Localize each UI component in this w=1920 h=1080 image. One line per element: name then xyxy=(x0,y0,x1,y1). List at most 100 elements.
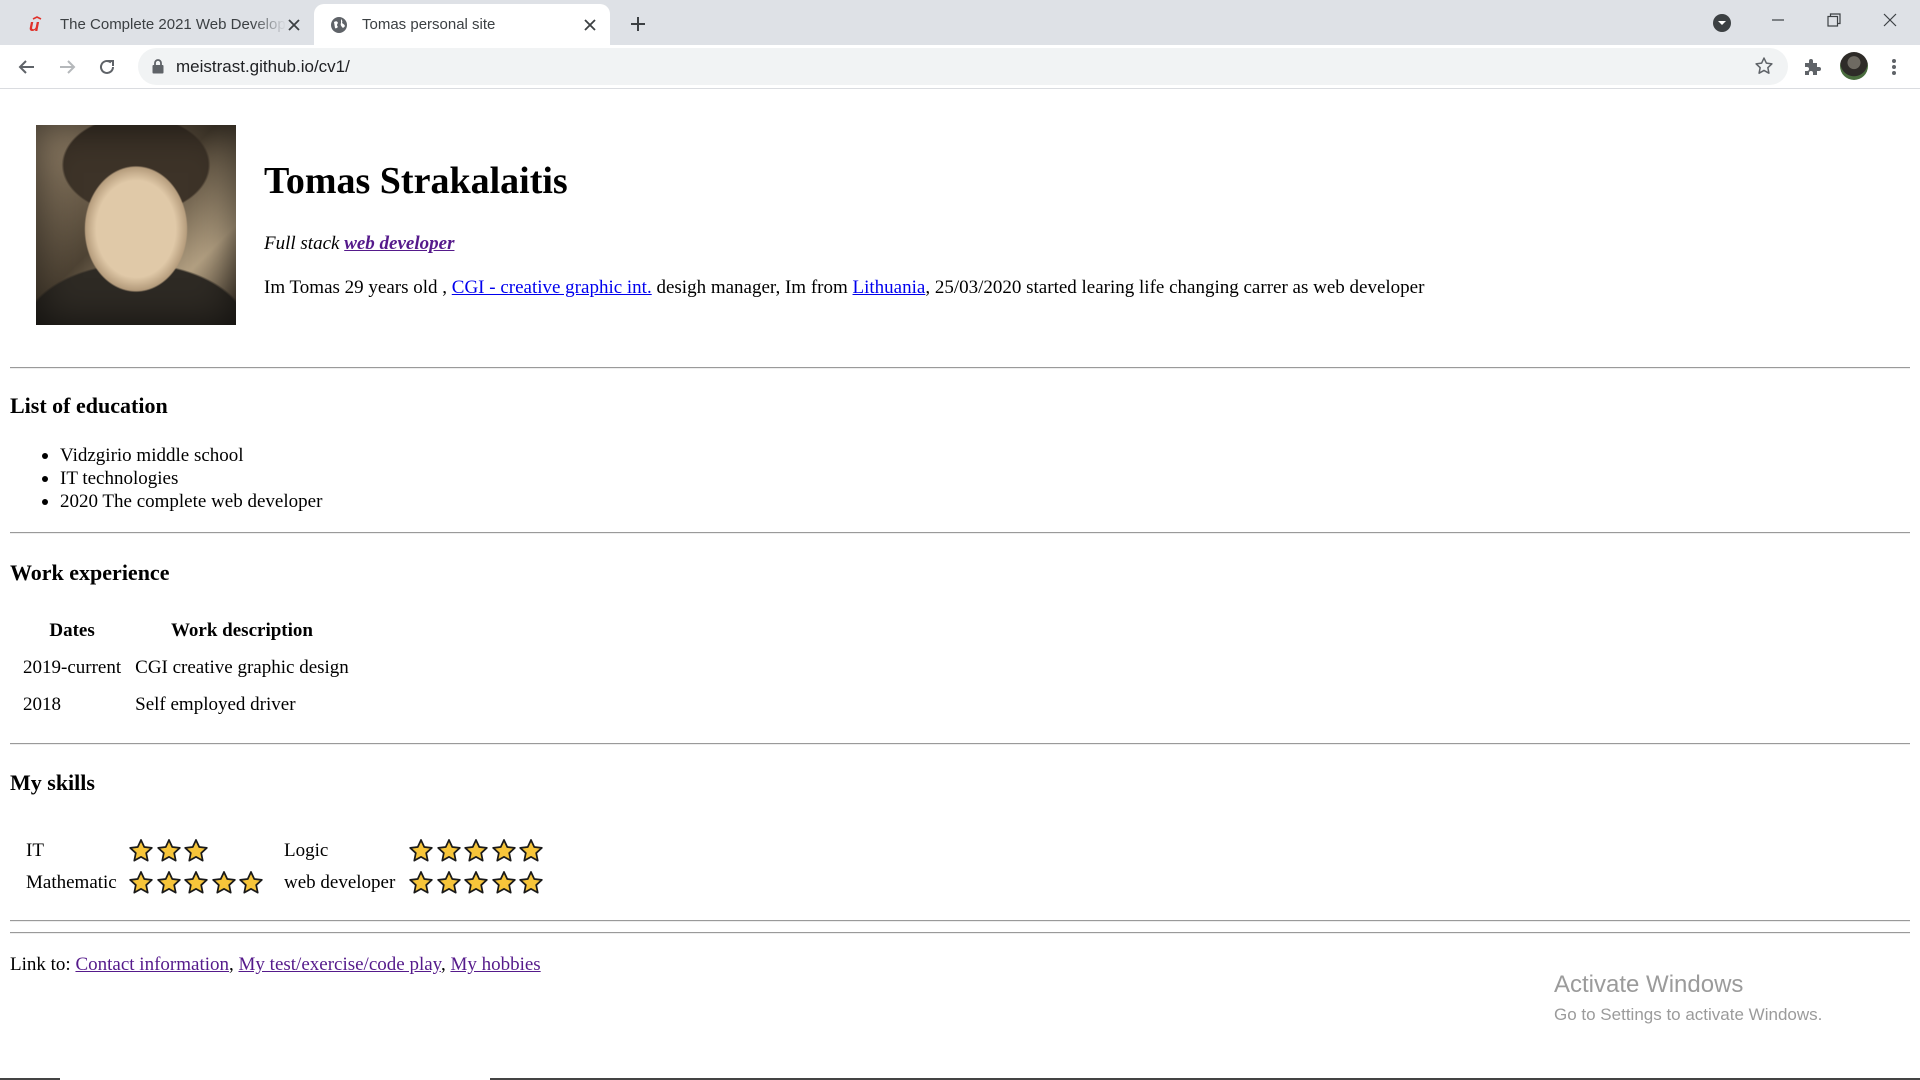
url-text[interactable]: meistrast.github.io/cv1/ xyxy=(176,57,350,77)
table-row: 2018 Self employed driver xyxy=(16,686,356,723)
code-play-link[interactable]: My test/exercise/code play xyxy=(239,954,441,975)
skill-name: Logic xyxy=(284,840,329,861)
about-text: , 25/03/2020 started learing life changi… xyxy=(925,277,1425,298)
list-item: IT technologies xyxy=(41,467,322,490)
star-icon xyxy=(491,839,516,862)
web-developer-link[interactable]: web developer xyxy=(344,233,454,254)
forward-button[interactable] xyxy=(51,51,83,83)
divider xyxy=(10,932,1910,934)
menu-button[interactable] xyxy=(1880,53,1908,81)
back-button[interactable] xyxy=(11,51,43,83)
profile-avatar[interactable] xyxy=(1840,52,1868,80)
list-item: Vidzgirio middle school xyxy=(41,444,322,467)
star-icon xyxy=(409,839,433,862)
footer-prefix: Link to: xyxy=(10,954,76,975)
restore-icon xyxy=(1827,13,1841,27)
skills-heading: My skills xyxy=(10,770,95,795)
column-header: Dates xyxy=(49,619,95,641)
browser-toolbar: meistrast.github.io/cv1/ xyxy=(0,45,1920,89)
star-icon xyxy=(519,871,543,894)
work-description: Self employed driver xyxy=(135,693,296,715)
about-text: Im Tomas 29 years old , xyxy=(264,277,452,298)
star-icon xyxy=(156,871,181,894)
table-row: 2019-current CGI creative graphic design xyxy=(16,649,356,686)
browser-tab-bar: u The Complete 2021 Web Development Boot… xyxy=(0,0,1920,45)
restore-button[interactable] xyxy=(1806,0,1862,40)
tab-tomas-personal-site[interactable]: Tomas personal site xyxy=(314,4,610,45)
skill-rating xyxy=(128,867,266,899)
subtitle: Full stack web developer xyxy=(264,233,454,255)
education-list: Vidzgirio middle school IT technologies … xyxy=(41,444,323,513)
star-icon xyxy=(184,871,208,894)
close-icon xyxy=(1883,13,1897,27)
skill-rating xyxy=(408,867,546,899)
close-tab-icon[interactable] xyxy=(284,15,304,35)
star-icon xyxy=(184,839,208,862)
new-tab-button[interactable] xyxy=(622,8,654,40)
tab-title: The Complete 2021 Web Development Bootca… xyxy=(60,16,286,33)
hobbies-link[interactable]: My hobbies xyxy=(450,954,540,975)
minimize-button[interactable] xyxy=(1750,0,1806,40)
work-table: Dates Work description 2019-current CGI … xyxy=(16,612,356,723)
work-dates: 2019-current xyxy=(23,656,122,678)
plus-icon xyxy=(631,17,645,31)
reload-button[interactable] xyxy=(91,51,123,83)
column-header: Work description xyxy=(170,619,313,641)
separator: , xyxy=(229,954,239,975)
forward-arrow-icon xyxy=(60,60,76,74)
divider xyxy=(10,920,1910,922)
star-icon xyxy=(409,871,433,894)
globe-icon xyxy=(328,14,350,36)
star-icon xyxy=(239,871,263,894)
work-heading: Work experience xyxy=(10,560,170,585)
udemy-icon: u xyxy=(26,14,48,36)
activate-windows-watermark: Activate Windows Go to Settings to activ… xyxy=(1554,971,1822,1025)
puzzle-icon xyxy=(1805,59,1821,75)
close-window-button[interactable] xyxy=(1862,0,1918,40)
skill-name: IT xyxy=(26,840,44,861)
more-vert-icon xyxy=(1892,59,1896,75)
address-bar[interactable]: meistrast.github.io/cv1/ xyxy=(138,48,1788,85)
divider xyxy=(10,367,1910,369)
lithuania-link[interactable]: Lithuania xyxy=(853,277,926,298)
star-icon xyxy=(129,871,153,894)
profile-photo xyxy=(36,125,236,325)
skill-rating xyxy=(408,835,546,867)
separator: , xyxy=(440,954,451,975)
bookmark-star-icon[interactable] xyxy=(1754,56,1774,76)
watermark-subtitle: Go to Settings to activate Windows. xyxy=(1554,1005,1823,1024)
star-icon xyxy=(464,839,488,862)
work-dates: 2018 xyxy=(23,693,61,715)
skill-name: Mathematic xyxy=(26,872,117,893)
star-icon xyxy=(436,871,461,894)
chevron-down-circle-icon xyxy=(1713,14,1731,32)
tab-search-button[interactable] xyxy=(1708,9,1736,37)
footer-links: Link to: Contact information, My test/ex… xyxy=(10,954,541,976)
minimize-icon xyxy=(1772,19,1784,21)
star-icon xyxy=(129,839,153,862)
lock-icon[interactable] xyxy=(152,59,164,74)
star-icon xyxy=(519,839,543,862)
divider xyxy=(10,743,1910,745)
cgi-link[interactable]: CGI - creative graphic int. xyxy=(452,277,652,298)
page-content: Tomas Strakalaitis Full stack web develo… xyxy=(0,89,1920,1080)
skill-rating xyxy=(128,835,211,867)
watermark-title: Activate Windows xyxy=(1554,971,1744,998)
skill-name: web developer xyxy=(284,872,396,893)
reload-icon xyxy=(100,59,114,74)
about-text: desigh manager, Im from xyxy=(651,277,853,298)
tab-title: Tomas personal site xyxy=(362,16,496,33)
back-arrow-icon xyxy=(18,60,34,74)
close-tab-icon[interactable] xyxy=(580,15,600,35)
tab-udemy[interactable]: u The Complete 2021 Web Development Boot… xyxy=(8,4,314,45)
star-icon xyxy=(491,871,516,894)
subtitle-text: Full stack xyxy=(264,233,345,254)
list-item: 2020 The complete web developer xyxy=(41,491,323,512)
star-icon xyxy=(436,839,461,862)
contact-information-link[interactable]: Contact information xyxy=(75,954,229,975)
star-icon xyxy=(211,871,236,894)
table-header-row: Dates Work description xyxy=(16,612,356,649)
divider xyxy=(10,532,1910,534)
extensions-button[interactable] xyxy=(1798,53,1826,81)
page-title: Tomas Strakalaitis xyxy=(264,160,568,202)
